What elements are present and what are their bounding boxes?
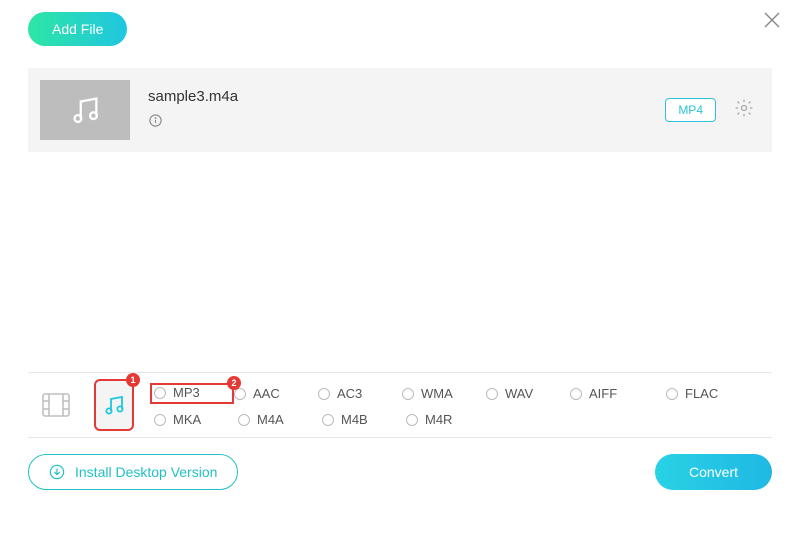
video-tab[interactable] bbox=[38, 381, 74, 429]
video-icon bbox=[42, 393, 70, 417]
format-option-flac[interactable]: FLAC bbox=[666, 383, 762, 404]
file-name-label: sample3.m4a bbox=[148, 88, 238, 105]
format-label: MP3 bbox=[173, 385, 200, 400]
close-button[interactable] bbox=[762, 10, 782, 35]
format-option-mka[interactable]: MKA bbox=[154, 412, 238, 427]
format-option-m4a[interactable]: M4A bbox=[238, 412, 322, 427]
file-meta: sample3.m4a bbox=[148, 88, 238, 133]
format-label: MKA bbox=[173, 412, 201, 427]
annotation-badge-2: 2 bbox=[227, 376, 241, 390]
format-label: FLAC bbox=[685, 386, 718, 401]
format-option-mp3[interactable]: MP3 2 bbox=[150, 383, 234, 404]
format-row-1: MP3 2 AAC AC3 WMA WAV AIFF FLAC bbox=[154, 383, 762, 404]
format-option-aac[interactable]: AAC bbox=[234, 383, 318, 404]
format-label: AC3 bbox=[337, 386, 362, 401]
format-label: AIFF bbox=[589, 386, 617, 401]
format-selector: 1 MP3 2 AAC AC3 WMA WAV AIFF FLAC MKA M4… bbox=[28, 372, 772, 438]
gear-icon bbox=[734, 98, 754, 118]
install-desktop-button[interactable]: Install Desktop Version bbox=[28, 454, 238, 490]
music-note-icon bbox=[68, 93, 102, 127]
radio-icon bbox=[318, 388, 330, 400]
format-options: MP3 2 AAC AC3 WMA WAV AIFF FLAC MKA M4A … bbox=[154, 383, 762, 427]
audio-tab[interactable]: 1 bbox=[96, 381, 132, 429]
format-option-aiff[interactable]: AIFF bbox=[570, 383, 666, 404]
music-note-icon bbox=[102, 393, 126, 417]
footer: Install Desktop Version Convert bbox=[28, 454, 772, 490]
format-label: M4R bbox=[425, 412, 452, 427]
format-option-m4b[interactable]: M4B bbox=[322, 412, 406, 427]
radio-icon bbox=[666, 388, 678, 400]
radio-icon bbox=[570, 388, 582, 400]
format-label: AAC bbox=[253, 386, 280, 401]
annotation-badge-1: 1 bbox=[126, 373, 140, 387]
radio-icon bbox=[402, 388, 414, 400]
format-option-m4r[interactable]: M4R bbox=[406, 412, 490, 427]
file-item: sample3.m4a MP4 bbox=[28, 68, 772, 152]
format-label: M4A bbox=[257, 412, 284, 427]
install-label: Install Desktop Version bbox=[75, 464, 217, 480]
app-root: Add File sample3.m4a MP4 1 bbox=[0, 0, 800, 545]
radio-icon bbox=[154, 387, 166, 399]
convert-button[interactable]: Convert bbox=[655, 454, 772, 490]
format-row-2: MKA M4A M4B M4R bbox=[154, 412, 762, 427]
output-format-button[interactable]: MP4 bbox=[665, 98, 716, 122]
empty-area bbox=[28, 152, 772, 372]
info-icon bbox=[148, 113, 163, 128]
settings-button[interactable] bbox=[734, 98, 754, 123]
radio-icon bbox=[154, 414, 166, 426]
format-option-wav[interactable]: WAV bbox=[486, 383, 570, 404]
radio-icon bbox=[238, 414, 250, 426]
format-label: WMA bbox=[421, 386, 453, 401]
download-icon bbox=[49, 464, 65, 480]
radio-icon bbox=[486, 388, 498, 400]
close-icon bbox=[762, 10, 782, 30]
file-thumbnail bbox=[40, 80, 130, 140]
radio-icon bbox=[406, 414, 418, 426]
add-file-button[interactable]: Add File bbox=[28, 12, 127, 46]
format-label: M4B bbox=[341, 412, 368, 427]
radio-icon bbox=[322, 414, 334, 426]
info-button[interactable] bbox=[148, 113, 163, 133]
format-option-wma[interactable]: WMA bbox=[402, 383, 486, 404]
format-option-ac3[interactable]: AC3 bbox=[318, 383, 402, 404]
format-label: WAV bbox=[505, 386, 533, 401]
